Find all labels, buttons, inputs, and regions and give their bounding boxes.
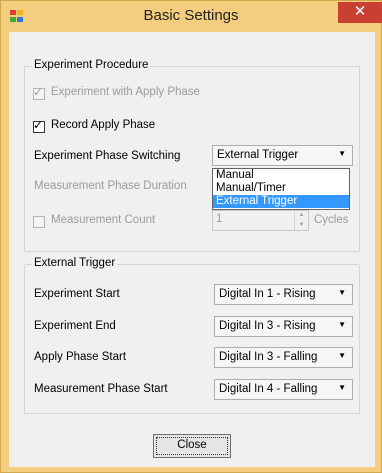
close-button-focus-rect [156, 437, 228, 455]
phase-switching-dropdown-list[interactable]: Manual Manual/Timer External Trigger [212, 168, 350, 210]
group-caption: Experiment Procedure [32, 59, 151, 71]
dropdown-option-external-trigger[interactable]: External Trigger [213, 195, 349, 208]
phase-switching-label: Experiment Phase Switching [34, 150, 181, 162]
measurement-phase-duration-label: Measurement Phase Duration [34, 180, 187, 192]
experiment-end-label: Experiment End [34, 320, 116, 332]
window-close-button[interactable]: ✕ [338, 2, 382, 23]
chevron-up-icon[interactable]: ▲ [295, 211, 308, 221]
dialog-client: Experiment Procedure ✓ Experiment with A… [9, 32, 375, 467]
dropdown-option-manual-timer[interactable]: Manual/Timer [213, 182, 349, 195]
measurement-phase-start-select[interactable]: Digital In 4 - Falling ▼ [214, 379, 353, 400]
chevron-down-icon[interactable]: ▼ [295, 221, 308, 231]
measurement-phase-start-label: Measurement Phase Start [34, 383, 168, 395]
record-apply-phase-label: Record Apply Phase [51, 119, 156, 131]
apply-phase-start-select[interactable]: Digital In 3 - Falling ▼ [214, 347, 353, 368]
dropdown-option-manual[interactable]: Manual [213, 169, 349, 182]
window-title: Basic Settings [143, 7, 239, 24]
phase-switching-select[interactable]: External Trigger ▼ [212, 145, 353, 166]
selected-value: Digital In 1 - Rising [219, 288, 316, 300]
apply-phase-label: Experiment with Apply Phase [51, 86, 200, 98]
title-bar[interactable]: Basic Settings ✕ [1, 1, 382, 31]
cycles-unit-label: Cycles [314, 214, 349, 226]
chevron-down-icon: ▼ [338, 383, 346, 392]
chevron-down-icon: ▼ [338, 351, 346, 360]
group-caption: External Trigger [32, 257, 118, 269]
measurement-count-stepper[interactable]: 1 ▲ ▼ [212, 210, 309, 231]
check-icon: ✓ [33, 85, 44, 99]
measurement-count-checkbox[interactable] [33, 216, 45, 228]
experiment-start-select[interactable]: Digital In 1 - Rising ▼ [214, 284, 353, 305]
experiment-end-select[interactable]: Digital In 3 - Rising ▼ [214, 316, 353, 337]
measurement-count-label: Measurement Count [51, 214, 156, 226]
chevron-down-icon: ▼ [338, 288, 346, 297]
chevron-down-icon: ▼ [338, 320, 346, 329]
dialog-window: Basic Settings ✕ Experiment Procedure ✓ … [0, 0, 382, 473]
selected-value: External Trigger [217, 149, 299, 161]
check-icon: ✓ [33, 118, 44, 132]
selected-value: Digital In 3 - Rising [219, 320, 316, 332]
selected-value: Digital In 3 - Falling [219, 351, 318, 363]
record-apply-phase-checkbox[interactable]: ✓ [33, 118, 45, 133]
selected-value: Digital In 4 - Falling [219, 383, 318, 395]
stepper-buttons[interactable]: ▲ ▼ [294, 211, 308, 230]
experiment-start-label: Experiment Start [34, 288, 120, 300]
apply-phase-start-label: Apply Phase Start [34, 351, 127, 363]
stepper-value: 1 [216, 213, 223, 225]
chevron-down-icon: ▼ [338, 149, 346, 158]
apply-phase-checkbox[interactable]: ✓ [33, 85, 45, 100]
